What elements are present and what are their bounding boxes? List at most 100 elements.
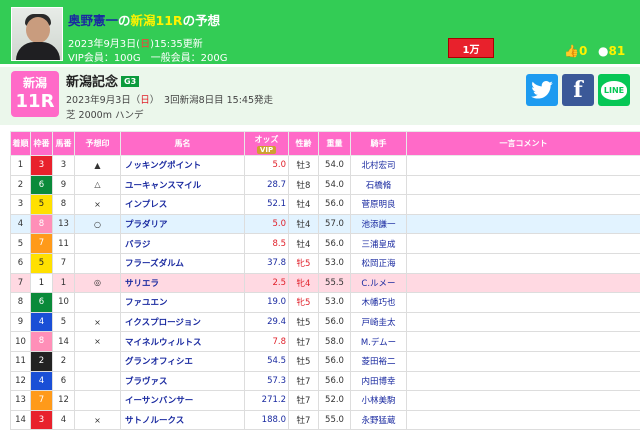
- facebook-share-button[interactable]: f: [562, 74, 594, 106]
- jockey-link[interactable]: 戸崎圭太: [351, 312, 407, 332]
- frame-number: 4: [31, 371, 53, 391]
- col-weight: 重量: [319, 132, 351, 156]
- horse-name-link[interactable]: ファユエン: [121, 293, 245, 313]
- horse-name-link[interactable]: ノッキングポイント: [121, 156, 245, 176]
- race-date-text: 2023年9月3日（: [66, 95, 140, 106]
- table-row: 657フラーズダルム37.8牝553.0松岡正海: [11, 253, 640, 273]
- odds-value: 37.8: [245, 253, 289, 273]
- horse-name-link[interactable]: サリエラ: [121, 273, 245, 293]
- header-bar: 奥野憲一の新潟11Rの予想 2023年9月3日(日)15:35更新 VIP会員：…: [0, 0, 640, 64]
- horse-number: 10: [53, 293, 75, 313]
- table-row: 711◎サリエラ2.5牝455.5C.ルメー: [11, 273, 640, 293]
- col-horse: 馬名: [121, 132, 245, 156]
- table-row: 4813○プラダリア5.0牡457.0池添謙一: [11, 214, 640, 234]
- prediction-mark: [75, 234, 121, 254]
- horse-name-link[interactable]: バラジ: [121, 234, 245, 254]
- horse-number: 6: [53, 371, 75, 391]
- col-frame: 枠番: [31, 132, 53, 156]
- update-time: 2023年9月3日(日)15:35更新: [68, 35, 203, 50]
- horse-number: 1: [53, 273, 75, 293]
- comment-cell: [407, 312, 640, 332]
- jockey-link[interactable]: 永野猛蔵: [351, 410, 407, 430]
- horse-name-link[interactable]: フラーズダルム: [121, 253, 245, 273]
- odds-value: 271.2: [245, 391, 289, 411]
- prediction-mark: [75, 391, 121, 411]
- finish-position: 13: [11, 391, 31, 411]
- finish-position: 11: [11, 351, 31, 371]
- title-particle: の: [118, 13, 131, 28]
- finish-position: 2: [11, 175, 31, 195]
- jockey-link[interactable]: 石橋脩: [351, 175, 407, 195]
- twitter-share-button[interactable]: [526, 74, 558, 106]
- sex-age: 牡4: [289, 195, 319, 215]
- jockey-link[interactable]: 小林美駒: [351, 391, 407, 411]
- sex-age: 牡4: [289, 214, 319, 234]
- frame-badge: 8: [31, 215, 52, 234]
- comment-cell: [407, 332, 640, 352]
- frame-number: 8: [31, 332, 53, 352]
- frame-number: 2: [31, 351, 53, 371]
- col-mark: 予想印: [75, 132, 121, 156]
- horse-name-link[interactable]: マイネルウィルトス: [121, 332, 245, 352]
- horse-name-link[interactable]: ブラヴァス: [121, 371, 245, 391]
- odds-value: 54.5: [245, 351, 289, 371]
- jockey-link[interactable]: 三浦皇成: [351, 234, 407, 254]
- predictor-name[interactable]: 奥野憲一: [68, 13, 118, 28]
- line-share-button[interactable]: LINE: [598, 74, 630, 106]
- page-title: 奥野憲一の新潟11Rの予想: [68, 10, 220, 29]
- finish-position: 8: [11, 293, 31, 313]
- jockey-link[interactable]: 木幡巧也: [351, 293, 407, 313]
- horse-number: 8: [53, 195, 75, 215]
- prediction-mark: [75, 293, 121, 313]
- horse-name-link[interactable]: グランオフィシエ: [121, 351, 245, 371]
- finish-position: 10: [11, 332, 31, 352]
- odds-value: 5.0: [245, 214, 289, 234]
- horse-name-link[interactable]: イーサンバンサー: [121, 391, 245, 411]
- comment-cell: [407, 273, 640, 293]
- horse-number: 2: [53, 351, 75, 371]
- frame-number: 5: [31, 253, 53, 273]
- col-pos: 着順: [11, 132, 31, 156]
- jockey-link[interactable]: 北村宏司: [351, 156, 407, 176]
- weight-value: 54.0: [319, 175, 351, 195]
- horse-name-link[interactable]: インプレス: [121, 195, 245, 215]
- horse-name-link[interactable]: ユーキャンスマイル: [121, 175, 245, 195]
- prediction-mark: ▲: [75, 156, 121, 176]
- prediction-mark: [75, 371, 121, 391]
- grade-badge: G3: [121, 76, 139, 87]
- jockey-link[interactable]: 菱田裕二: [351, 351, 407, 371]
- member-pricing: VIP会員：100G 一般会員：200G: [68, 49, 228, 64]
- prediction-mark: ×: [75, 195, 121, 215]
- stake-button[interactable]: 1万: [448, 38, 494, 58]
- likes-count[interactable]: 👍0: [564, 44, 587, 58]
- frame-badge: 8: [31, 332, 52, 351]
- sex-age: 牡7: [289, 391, 319, 411]
- table-row: 358×インプレス52.1牡456.0菅原明良: [11, 195, 640, 215]
- jockey-link[interactable]: 菅原明良: [351, 195, 407, 215]
- frame-number: 8: [31, 214, 53, 234]
- vip-badge: VIP: [257, 146, 276, 154]
- jockey-link[interactable]: C.ルメー: [351, 273, 407, 293]
- table-row: 8610ファユエン19.0牝553.0木幡巧也: [11, 293, 640, 313]
- prediction-mark: ◎: [75, 273, 121, 293]
- weight-value: 52.0: [319, 391, 351, 411]
- jockey-link[interactable]: 松岡正海: [351, 253, 407, 273]
- jockey-link[interactable]: 内田博幸: [351, 371, 407, 391]
- frame-badge: 5: [31, 254, 52, 273]
- comment-cell: [407, 293, 640, 313]
- horse-name-link[interactable]: プラダリア: [121, 214, 245, 234]
- frame-badge: 3: [31, 156, 52, 175]
- comment-cell: [407, 351, 640, 371]
- horse-name-link[interactable]: サトノルークス: [121, 410, 245, 430]
- horse-number: 5: [53, 312, 75, 332]
- twitter-icon: [531, 81, 553, 99]
- jockey-link[interactable]: M.デムー: [351, 332, 407, 352]
- horse-name-link[interactable]: イクスプロージョン: [121, 312, 245, 332]
- finish-position: 5: [11, 234, 31, 254]
- avatar[interactable]: [11, 7, 63, 61]
- jockey-link[interactable]: 池添謙一: [351, 214, 407, 234]
- odds-value: 2.5: [245, 273, 289, 293]
- frame-number: 3: [31, 410, 53, 430]
- table-row: 10814×マイネルウィルトス7.8牡758.0M.デムー: [11, 332, 640, 352]
- weight-value: 56.0: [319, 351, 351, 371]
